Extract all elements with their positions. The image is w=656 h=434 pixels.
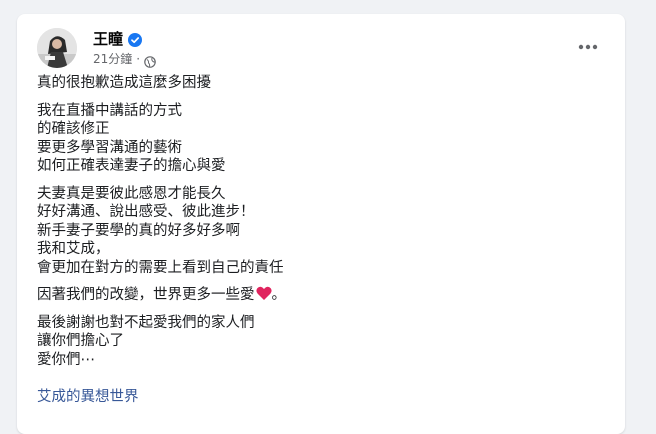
post-text-line: 新手妻子要學的真的好多好多啊: [37, 222, 240, 239]
post-paragraph: 因著我們的改變，世界更多一些愛。: [37, 286, 605, 305]
post-timestamp[interactable]: 21分鐘: [93, 51, 132, 67]
globe-icon[interactable]: [144, 53, 156, 68]
post-header: 王瞳 21分鐘 ·: [37, 28, 605, 68]
post-paragraph: 我在直播中講話的方式 的確該修正 要更多學習溝通的藝術 如何正確表達妻子的擔心與…: [37, 102, 605, 176]
author-block: 王瞳 21分鐘 ·: [93, 30, 156, 68]
more-options-button[interactable]: [571, 30, 605, 64]
post-text-line: 真的很抱歉造成這麼多困擾: [37, 75, 211, 91]
post-paragraph: 真的很抱歉造成這麼多困擾: [37, 74, 605, 93]
post-text-segment: 因著我們的改變，世界更多一些愛: [37, 287, 255, 303]
post-text-line: 讓你們擔心了: [37, 333, 124, 349]
post-text-line: 好好溝通、說出感受、彼此進步！: [37, 204, 255, 220]
author-row: 王瞳: [93, 30, 156, 48]
post-paragraph: 夫妻真是要彼此感恩才能長久 好好溝通、說出感受、彼此進步！ 新手妻子要學的真的好…: [37, 185, 605, 278]
author-name[interactable]: 王瞳: [93, 30, 123, 48]
post-text-line: 我和艾成，: [37, 241, 110, 257]
meta-separator: ·: [136, 52, 141, 66]
post-text-line: 我在直播中講話的方式: [37, 102, 182, 119]
post-text-line: 要更多學習溝通的藝術: [37, 139, 182, 156]
post-paragraph: 最後謝謝也對不起愛我們的家人們 讓你們擔心了 愛你們⋯: [37, 314, 605, 370]
more-options-icon: [578, 44, 598, 50]
post-text-line: 會更加在對方的需要上看到自己的責任: [37, 259, 284, 276]
avatar-photo-icon: [37, 28, 77, 68]
post-text-line: 如何正確表達妻子的擔心與愛: [37, 158, 226, 174]
author-avatar[interactable]: [37, 28, 77, 68]
verified-badge-icon: [128, 32, 143, 47]
post-text-line: 夫妻真是要彼此感恩才能長久: [37, 185, 226, 202]
post-card: 王瞳 21分鐘 · 真的很抱歉造成這麼多困擾 我在直播中講話的方式 的確該修正 …: [17, 14, 625, 434]
post-text-line: 因著我們的改變，世界更多一些愛。: [37, 286, 605, 305]
post-text-line: 最後謝謝也對不起愛我們的家人們: [37, 314, 255, 331]
post-text-line: 的確該修正: [37, 121, 110, 137]
post-meta: 21分鐘 ·: [93, 51, 156, 68]
post-body: 真的很抱歉造成這麼多困擾 我在直播中講話的方式 的確該修正 要更多學習溝通的藝術…: [37, 74, 605, 378]
page-mention-link[interactable]: 艾成的異想世界: [37, 388, 139, 407]
post-text-line: 愛你們⋯: [37, 351, 95, 368]
red-heart-icon: [255, 286, 272, 301]
post-text-segment: 。: [271, 287, 287, 303]
